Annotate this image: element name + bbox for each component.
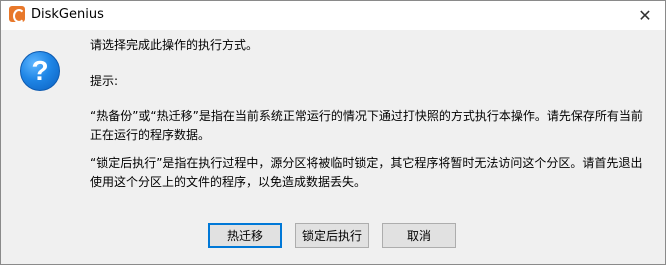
- title-bar: DiskGenius ✕: [1, 1, 665, 30]
- dialog-window: DiskGenius ✕ ? 请选择完成此操作的执行方式。 提示: “热备份”或…: [0, 0, 666, 265]
- prompt-text: 请选择完成此操作的执行方式。: [90, 38, 259, 52]
- window-title: DiskGenius: [31, 7, 104, 22]
- dialog-body: ? 请选择完成此操作的执行方式。 提示: “热备份”或“热迁移”是指在当前系统正…: [1, 30, 665, 204]
- close-button[interactable]: ✕: [625, 1, 665, 30]
- lock-execute-button[interactable]: 锁定后执行: [295, 223, 369, 248]
- dialog-footer: 热迁移 锁定后执行 取消: [1, 204, 665, 264]
- hint-label: 提示:: [90, 74, 119, 88]
- close-icon: ✕: [638, 5, 652, 25]
- diskgenius-logo-icon: [9, 6, 25, 23]
- question-icon: ?: [20, 51, 60, 91]
- lock-execute-description: “锁定后执行”是指在执行过程中，源分区将被临时锁定，其它程序将暂时无法访问这个分…: [90, 156, 643, 189]
- hot-migrate-description: “热备份”或“热迁移”是指在当前系统正常运行的情况下通过打快照的方式执行本操作。…: [90, 109, 643, 142]
- hot-migrate-button[interactable]: 热迁移: [208, 223, 282, 248]
- cancel-button[interactable]: 取消: [382, 223, 456, 248]
